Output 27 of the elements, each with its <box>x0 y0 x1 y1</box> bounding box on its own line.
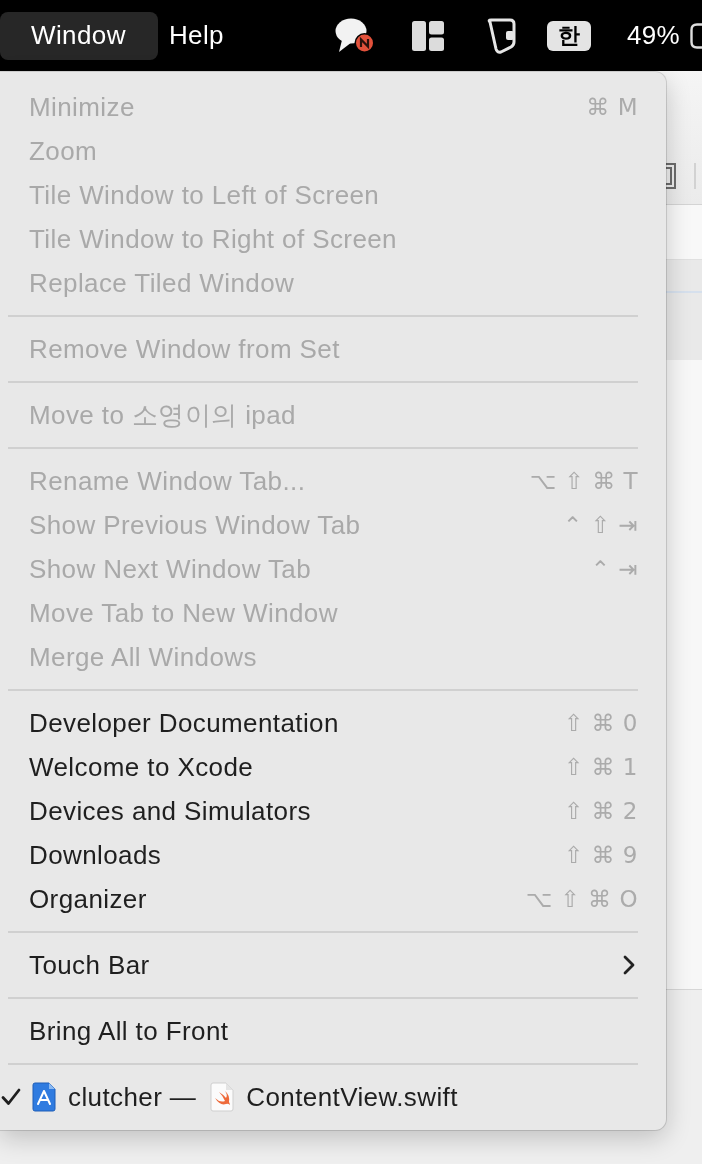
shortcut-label: ⌥ ⇧ ⌘ T <box>529 468 638 494</box>
shortcut-label: ⇧ ⌘ 9 <box>563 842 638 868</box>
menu-title[interactable]: Help <box>158 11 234 60</box>
shortcut-label: ⇧ ⌘ 0 <box>563 710 638 736</box>
shortcut-label: ⇧ ⌘ 2 <box>563 798 638 824</box>
menu-item[interactable]: Touch Bar <box>29 949 150 981</box>
shortcut-label: ⌃ ⇧ ⇥ <box>563 512 638 538</box>
menu-item[interactable]: Welcome to Xcode <box>29 751 254 783</box>
menu-item[interactable]: Devices and Simulators <box>29 795 311 827</box>
menu-item[interactable]: Downloads <box>29 839 162 871</box>
shortcut-label: ⇧ ⌘ 1 <box>563 754 638 780</box>
swift-file-icon <box>210 1082 235 1112</box>
menu-title[interactable]: Window <box>0 11 158 60</box>
layout-icon[interactable] <box>412 20 445 51</box>
project-file-icon <box>32 1082 56 1112</box>
input-source-indicator[interactable]: 한 <box>547 20 592 51</box>
menu-item[interactable]: Bring All to Front <box>29 1015 229 1047</box>
menu-item[interactable]: Organizer <box>29 883 147 915</box>
chevron-right-icon <box>622 955 636 975</box>
battery-percentage[interactable]: 49% <box>627 20 680 51</box>
shortcut-label: ⌥ ⇧ ⌘ O <box>525 886 638 912</box>
shortcut-label: ⌃ ⇥ <box>590 556 638 582</box>
chat-bubble-icon[interactable] <box>335 17 376 54</box>
battery-icon[interactable] <box>690 22 702 49</box>
shortcut-label: ⌘ M <box>586 94 638 120</box>
window-menu-item[interactable]: clutcher — ContentView.swift <box>32 1081 458 1113</box>
menu-item[interactable]: Developer Documentation <box>29 707 339 739</box>
